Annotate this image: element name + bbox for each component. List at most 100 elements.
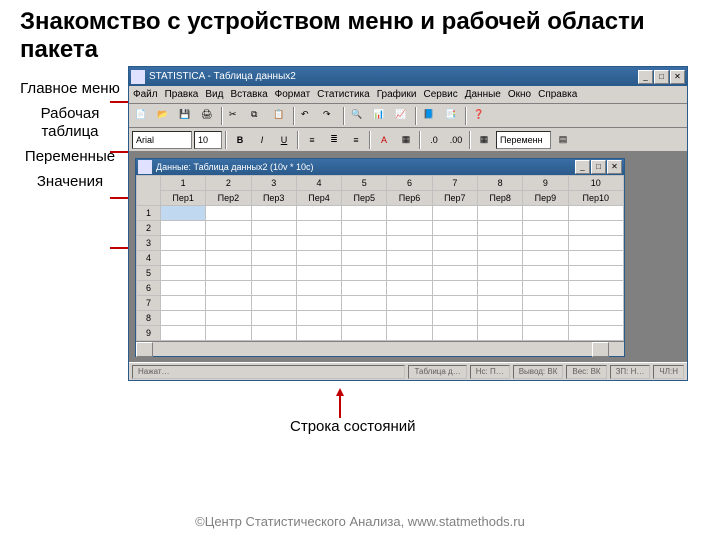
cell[interactable] (568, 251, 623, 266)
colnum-header[interactable]: 1 (161, 176, 206, 191)
cell[interactable] (477, 221, 522, 236)
cell[interactable] (523, 296, 568, 311)
cell[interactable] (477, 281, 522, 296)
cell[interactable] (523, 326, 568, 341)
cell[interactable] (387, 251, 432, 266)
horizontal-scrollbar[interactable] (136, 341, 624, 356)
cell[interactable] (296, 296, 341, 311)
cell[interactable] (161, 311, 206, 326)
cell[interactable] (342, 311, 387, 326)
cell[interactable] (477, 236, 522, 251)
cell[interactable] (477, 266, 522, 281)
minimize-button[interactable]: _ (638, 70, 653, 84)
italic-button[interactable]: I (252, 130, 272, 150)
column-header[interactable]: Пер9 (523, 191, 568, 206)
cell[interactable] (432, 221, 477, 236)
cell[interactable] (387, 206, 432, 221)
cell[interactable] (523, 221, 568, 236)
cell[interactable] (523, 281, 568, 296)
fillcolor-button[interactable]: ▦ (396, 130, 416, 150)
cell[interactable] (523, 251, 568, 266)
vars-button[interactable]: ▦ (474, 130, 494, 150)
doc-close-button[interactable]: ✕ (607, 160, 622, 174)
row-header[interactable]: 3 (137, 236, 161, 251)
colnum-header[interactable]: 2 (206, 176, 251, 191)
menu-bar[interactable]: Файл Правка Вид Вставка Формат Статистик… (129, 86, 687, 104)
cell[interactable] (432, 266, 477, 281)
colnum-header[interactable]: 4 (296, 176, 341, 191)
cell[interactable] (206, 221, 251, 236)
close-button[interactable]: ✕ (670, 70, 685, 84)
align-left-button[interactable]: ≡ (302, 130, 322, 150)
cell[interactable] (206, 236, 251, 251)
cell[interactable] (568, 266, 623, 281)
cases-button[interactable]: ▤ (553, 130, 573, 150)
graph-button[interactable]: 📈 (392, 106, 412, 126)
menu-edit[interactable]: Правка (165, 89, 199, 100)
cell[interactable] (161, 281, 206, 296)
cell[interactable] (432, 251, 477, 266)
cell[interactable] (296, 236, 341, 251)
cell[interactable] (206, 281, 251, 296)
row-header[interactable]: 7 (137, 296, 161, 311)
spreadsheet-grid[interactable]: 1 2 3 4 5 6 7 8 9 10 Пер1 Пер2 Пер (136, 175, 624, 356)
cell[interactable] (387, 236, 432, 251)
cell[interactable] (206, 311, 251, 326)
copy-button[interactable]: ⧉ (248, 106, 268, 126)
row-header[interactable]: 9 (137, 326, 161, 341)
cell[interactable] (251, 296, 296, 311)
print-button[interactable]: 🖨 (198, 106, 218, 126)
maximize-button[interactable]: □ (654, 70, 669, 84)
cell[interactable] (523, 206, 568, 221)
cell[interactable] (251, 311, 296, 326)
cell[interactable] (387, 266, 432, 281)
menu-window[interactable]: Окно (508, 89, 531, 100)
corner-cell[interactable] (137, 176, 161, 206)
cell[interactable] (296, 206, 341, 221)
cell[interactable] (387, 221, 432, 236)
cell[interactable] (568, 281, 623, 296)
cell[interactable] (161, 251, 206, 266)
cell[interactable] (387, 296, 432, 311)
data-titlebar[interactable]: Данные: Таблица данных2 (10v * 10c) _ □ … (136, 159, 624, 175)
column-header[interactable]: Пер3 (251, 191, 296, 206)
cell[interactable] (523, 311, 568, 326)
column-header[interactable]: Пер2 (206, 191, 251, 206)
column-header[interactable]: Пер1 (161, 191, 206, 206)
cut-button[interactable]: ✂ (226, 106, 246, 126)
cell[interactable] (477, 206, 522, 221)
cell[interactable] (161, 266, 206, 281)
cell[interactable] (206, 326, 251, 341)
cell[interactable] (432, 236, 477, 251)
decimal-inc-button[interactable]: .0 (424, 130, 444, 150)
row-header[interactable]: 6 (137, 281, 161, 296)
row-header[interactable]: 2 (137, 221, 161, 236)
cell[interactable] (251, 326, 296, 341)
cell[interactable] (251, 281, 296, 296)
cell[interactable] (296, 266, 341, 281)
cell[interactable] (342, 281, 387, 296)
cell[interactable] (568, 311, 623, 326)
cell[interactable] (206, 266, 251, 281)
cell[interactable] (477, 251, 522, 266)
fontcolor-button[interactable]: A (374, 130, 394, 150)
row-header[interactable]: 8 (137, 311, 161, 326)
doc-minimize-button[interactable]: _ (575, 160, 590, 174)
cell[interactable] (477, 326, 522, 341)
menu-help[interactable]: Справка (538, 89, 577, 100)
find-button[interactable]: 🔍 (348, 106, 368, 126)
colnum-header[interactable]: 5 (342, 176, 387, 191)
colnum-header[interactable]: 7 (432, 176, 477, 191)
menu-insert[interactable]: Вставка (230, 89, 267, 100)
font-select[interactable]: Arial (132, 131, 192, 149)
cell[interactable] (568, 221, 623, 236)
cell[interactable] (251, 221, 296, 236)
cell[interactable] (568, 326, 623, 341)
column-header[interactable]: Пер6 (387, 191, 432, 206)
cell[interactable] (251, 251, 296, 266)
cell[interactable] (161, 326, 206, 341)
cell[interactable] (342, 326, 387, 341)
menu-view[interactable]: Вид (205, 89, 223, 100)
workbook-button[interactable]: 📘 (420, 106, 440, 126)
cell[interactable] (568, 236, 623, 251)
